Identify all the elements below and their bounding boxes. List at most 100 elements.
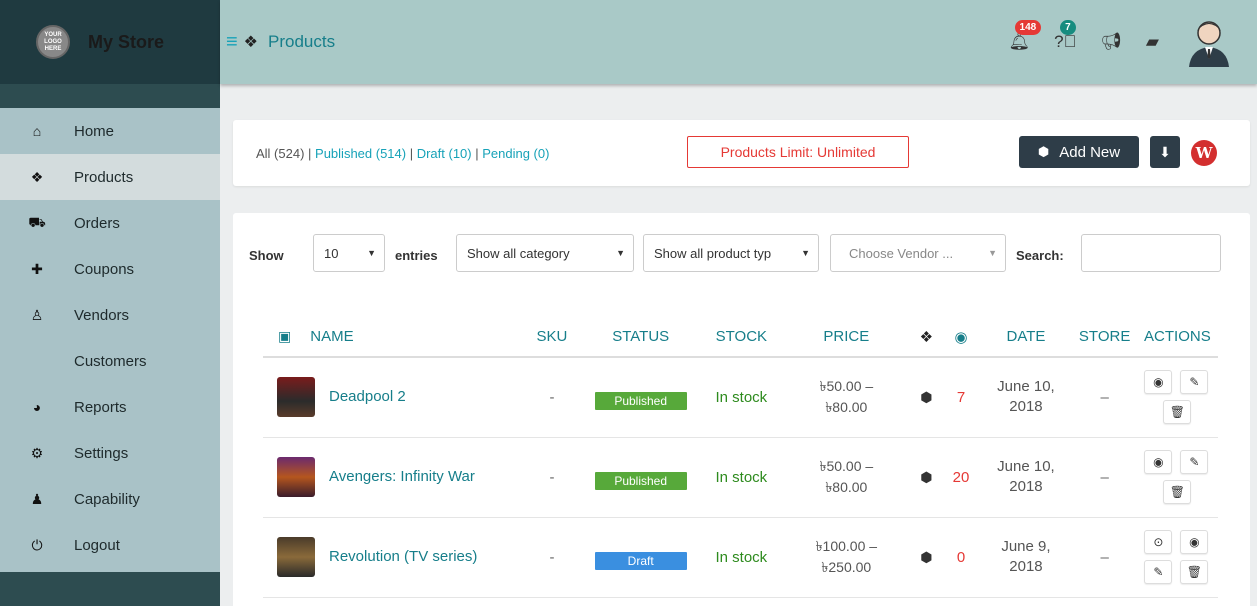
sidebar-item-logout[interactable]: ⏻ Logout	[0, 522, 220, 568]
edit-button[interactable]: ✎	[1180, 370, 1209, 395]
status-badge: Published	[594, 472, 687, 490]
vendor-select[interactable]: Choose Vendor ... ▼	[830, 234, 1006, 272]
cube-icon: ⬢	[1037, 144, 1050, 159]
sidebar-item-label: Vendors	[74, 306, 130, 324]
dropdown-arrow-icon: ▼	[988, 248, 997, 258]
show-label: Show	[249, 248, 284, 263]
price-max: ৳80.00	[825, 399, 868, 416]
brand[interactable]: YOUR LOGO HERE My Store	[0, 0, 220, 84]
product-thumbnail[interactable]	[277, 457, 315, 497]
view-button[interactable]: ◉	[1144, 450, 1173, 474]
help-button[interactable]: ?⃝ 7	[1054, 20, 1076, 52]
type-column-header: ❖	[910, 317, 943, 358]
product-name-link[interactable]: Avengers: Infinity War	[329, 468, 475, 485]
status-draft-link[interactable]: Draft (10)	[417, 146, 472, 161]
price-cell: ৳50.00 – ৳80.00	[782, 437, 911, 518]
sidebar-item-label: Orders	[74, 214, 120, 232]
search-input[interactable]	[1081, 234, 1221, 272]
header-actions: 🔔︎ 148 ?⃝ 7 📢︎ ▰	[985, 12, 1231, 72]
sidebar-item-settings[interactable]: ⚙ Settings	[0, 430, 220, 476]
store-cell: –	[1072, 357, 1137, 438]
sidebar-item-capability[interactable]: ♟ Capability	[0, 476, 220, 522]
sidebar-footer	[0, 572, 220, 606]
help-badge: 7	[1060, 20, 1076, 35]
sidebar-item-home[interactable]: ⌂ Home	[0, 108, 220, 154]
date-column-header[interactable]: DATE	[979, 317, 1073, 358]
product-name-link[interactable]: Revolution (TV series)	[329, 548, 477, 565]
store-cell: –	[1072, 437, 1137, 518]
sidebar-item-reports[interactable]: ◕ Reports	[0, 384, 220, 430]
sidebar-item-customers[interactable]: ·Customers	[0, 338, 220, 384]
product-thumbnail[interactable]	[277, 377, 315, 418]
entries-select[interactable]: 10 ▼	[313, 234, 385, 272]
view-button[interactable]: ◉	[1144, 370, 1173, 395]
actions-cell: ◉ ✎ 🗑︎	[1136, 437, 1218, 518]
page-title: Products	[268, 32, 336, 51]
delete-button[interactable]: 🗑︎	[1180, 560, 1209, 584]
delete-button[interactable]: 🗑︎	[1163, 480, 1192, 504]
edit-icon: ✎	[1153, 565, 1164, 579]
vendor-placeholder: Choose Vendor ...	[849, 245, 954, 261]
wordpress-icon: W	[1195, 144, 1213, 162]
product-type-value: Show all product typ	[654, 245, 772, 261]
publish-button[interactable]: ⊙	[1144, 530, 1173, 554]
status-cell: Published	[581, 437, 701, 518]
notifications-badge: 148	[1014, 20, 1042, 35]
add-new-button[interactable]: ⬢ Add New	[1019, 136, 1139, 168]
view-button[interactable]: ◉	[1180, 530, 1209, 554]
type-cell: ⬢	[910, 517, 943, 598]
date-line: June 9,	[1001, 538, 1051, 555]
hamburger-menu-icon[interactable]: ≡	[226, 31, 238, 54]
eye-icon: ◉	[1153, 455, 1164, 469]
store-cell: –	[1072, 517, 1137, 598]
variable-product-icon: ⬢	[920, 468, 933, 485]
table-row: Revolution (TV series) - Draft In stock …	[263, 517, 1218, 598]
table-header-row: ▣ NAME SKU STATUS STOCK PRICE ❖ ◉ DATE S…	[263, 317, 1218, 358]
product-name-link[interactable]: Deadpool 2	[329, 388, 406, 405]
product-thumbnail[interactable]	[277, 537, 315, 577]
status-cell: Draft	[581, 517, 701, 598]
date-cell: June 10, 2018	[979, 357, 1073, 438]
status-published-link[interactable]: Published (514)	[315, 146, 406, 161]
sidebar-item-label: Reports	[74, 398, 127, 416]
megaphone-icon: 📢︎	[1100, 32, 1122, 51]
image-icon: ▣	[278, 328, 292, 344]
status-pending-link[interactable]: Pending (0)	[482, 146, 549, 161]
gift-icon: ✚	[31, 260, 43, 277]
product-name-cell: Avengers: Infinity War	[263, 437, 523, 518]
sidebar-item-vendors[interactable]: ♙ Vendors	[0, 292, 220, 338]
announcements-button[interactable]: 📢︎	[1100, 32, 1122, 52]
status-all[interactable]: All (524)	[256, 146, 304, 161]
notifications-button[interactable]: 🔔︎ 148	[1009, 20, 1042, 52]
store-column-header: STORE	[1072, 317, 1137, 358]
home-icon: ⌂	[32, 123, 42, 139]
edit-button[interactable]: ✎	[1180, 450, 1209, 474]
category-select[interactable]: Show all category ▼	[456, 234, 634, 272]
sidebar-item-products[interactable]: ❖ Products	[0, 154, 220, 200]
knowledgebase-button[interactable]: ▰	[1146, 32, 1159, 52]
product-name-cell: Deadpool 2	[263, 357, 523, 438]
sidebar-item-coupons[interactable]: ✚ Coupons	[0, 246, 220, 292]
sidebar-item-orders[interactable]: ⛟ Orders	[0, 200, 220, 246]
download-icon: ⬇	[1159, 143, 1171, 160]
edit-button[interactable]: ✎	[1144, 560, 1173, 584]
views-cell: 0	[942, 517, 980, 598]
download-button[interactable]: ⬇	[1150, 136, 1180, 168]
sku-column-header[interactable]: SKU	[522, 317, 582, 358]
actions-column-header: ACTIONS	[1136, 317, 1218, 358]
entries-value: 10	[324, 245, 339, 261]
table-controls: Show 10 ▼ entries Show all category ▼ Show…	[249, 234, 1239, 274]
delete-button[interactable]: 🗑︎	[1163, 400, 1192, 425]
user-avatar[interactable]	[1187, 17, 1231, 67]
name-column-header[interactable]: NAME	[306, 317, 523, 358]
sidebar-strip	[0, 84, 220, 108]
search-label: Search:	[1016, 248, 1064, 263]
cubes-icon: ❖	[919, 328, 934, 346]
views-column-header[interactable]: ◉	[942, 317, 980, 358]
status-badge: Published	[594, 392, 687, 411]
sidebar-menu: ⌂ Home ❖ Products ⛟ Orders ✚ Coupons ♙ Vendor…	[0, 108, 220, 568]
price-column-header[interactable]: PRICE	[782, 317, 911, 358]
status-filter-panel: All (524) | Published (514) | Draft (10)…	[233, 120, 1250, 186]
wordpress-admin-button[interactable]: W	[1191, 140, 1217, 166]
product-type-select[interactable]: Show all product typ ▼	[643, 234, 819, 272]
